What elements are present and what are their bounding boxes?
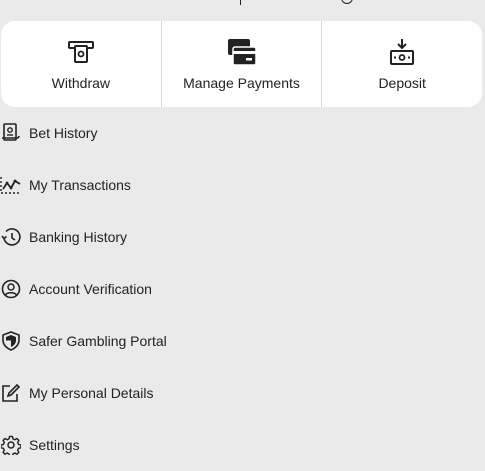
edit-icon	[0, 382, 22, 404]
menu-item-settings[interactable]: Settings	[0, 419, 485, 471]
menu-item-safer-gambling-portal[interactable]: Safer Gambling Portal	[0, 315, 485, 367]
history-clock-icon	[0, 226, 22, 248]
menu-item-account-verification[interactable]: Account Verification	[0, 263, 485, 315]
menu-item-my-transactions[interactable]: My Transactions	[0, 159, 485, 211]
menu-label-settings: Settings	[29, 437, 80, 453]
withdraw-label: Withdraw	[51, 75, 111, 91]
menu-item-banking-history[interactable]: Banking History	[0, 211, 485, 263]
menu-label-my-transactions: My Transactions	[29, 177, 131, 193]
user-verification-icon	[0, 278, 22, 300]
shield-icon	[0, 330, 22, 352]
menu-label-bet-history: Bet History	[29, 125, 98, 141]
deposit-label: Deposit	[378, 75, 426, 91]
menu-label-safer-gambling-portal: Safer Gambling Portal	[29, 333, 167, 349]
receipt-icon	[0, 122, 22, 144]
menu-label-account-verification: Account Verification	[29, 281, 152, 297]
gear-icon	[0, 434, 22, 456]
deposit-button[interactable]: Deposit	[321, 21, 482, 107]
account-menu: Bet History My Transactions Banking Hist…	[0, 107, 485, 471]
transactions-chart-icon	[0, 174, 22, 196]
withdraw-button[interactable]: Withdraw	[1, 21, 161, 107]
top-edge-fragment	[0, 0, 485, 20]
atm-withdraw-icon	[65, 37, 97, 69]
manage-payments-label: Manage Payments	[183, 75, 300, 91]
menu-item-bet-history[interactable]: Bet History	[0, 107, 485, 159]
menu-label-my-personal-details: My Personal Details	[29, 385, 154, 401]
cash-deposit-icon	[386, 37, 418, 69]
icon-fragment	[341, 0, 353, 4]
divider-fragment	[240, 0, 241, 5]
quick-actions-card: Withdraw Manage Payments Deposit	[1, 21, 482, 107]
manage-payments-button[interactable]: Manage Payments	[160, 21, 322, 107]
menu-item-my-personal-details[interactable]: My Personal Details	[0, 367, 485, 419]
credit-card-icon	[226, 37, 258, 69]
menu-label-banking-history: Banking History	[29, 229, 128, 245]
